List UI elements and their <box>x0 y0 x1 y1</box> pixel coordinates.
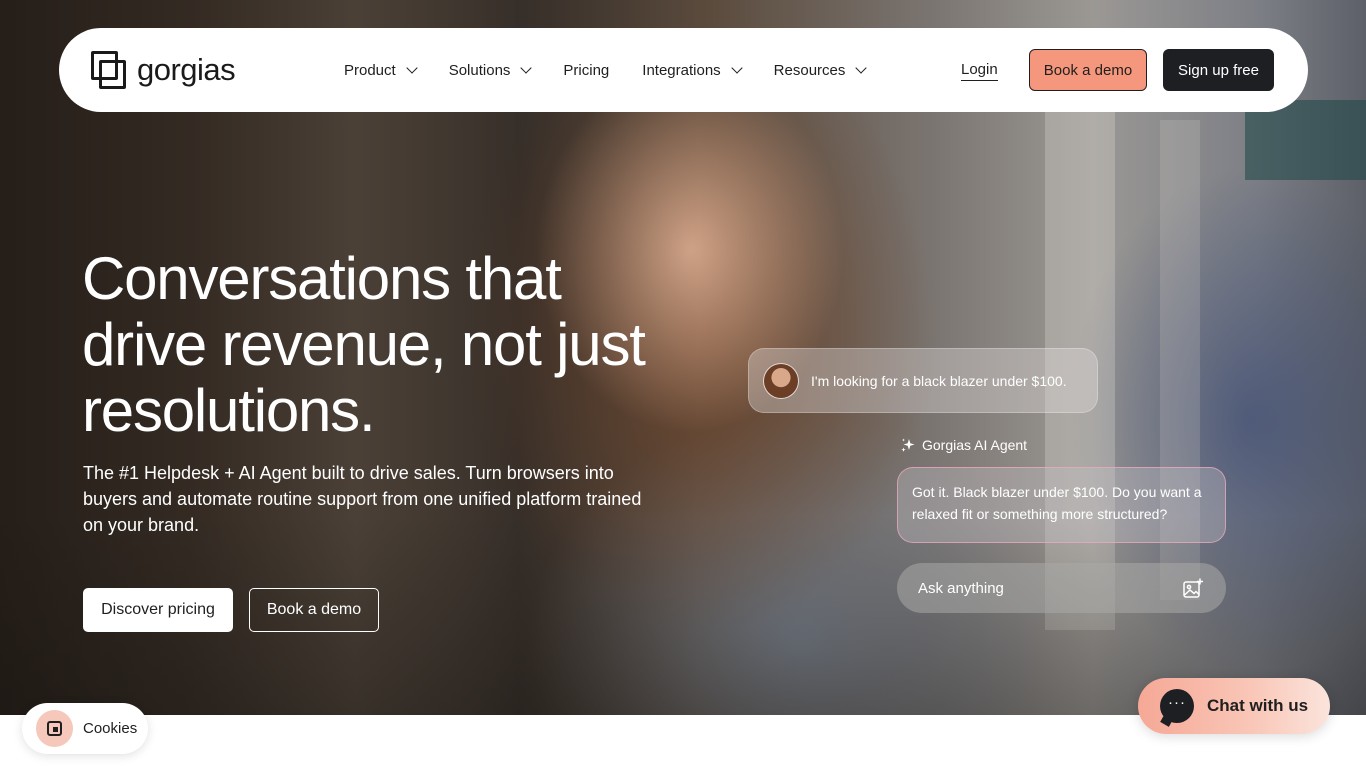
chat-bubble-icon: ··· <box>1160 689 1194 723</box>
user-message-bubble: I'm looking for a black blazer under $10… <box>748 348 1098 413</box>
agent-label: Gorgias AI Agent <box>900 437 1027 453</box>
user-message-text: I'm looking for a black blazer under $10… <box>811 372 1067 389</box>
cookies-button[interactable]: Cookies <box>22 703 148 754</box>
book-demo-button[interactable]: Book a demo <box>1029 49 1147 91</box>
login-link[interactable]: Login <box>961 61 998 81</box>
agent-message-bubble: Got it. Black blazer under $100. Do you … <box>897 467 1226 543</box>
hero-subheadline: The #1 Helpdesk + AI Agent built to driv… <box>83 463 642 535</box>
chat-launcher-button[interactable]: ··· Chat with us <box>1138 678 1330 734</box>
chevron-down-icon <box>520 61 533 74</box>
gorgias-logo[interactable]: gorgias <box>91 51 236 89</box>
hero-book-demo-button[interactable]: Book a demo <box>249 588 379 632</box>
nav-menu: Product Solutions Pricing Integrations R… <box>344 28 898 112</box>
gorgias-logo-icon <box>91 51 127 89</box>
ask-input-placeholder: Ask anything <box>918 579 1004 597</box>
agent-name: Gorgias AI Agent <box>922 437 1028 453</box>
cookies-label: Cookies <box>83 720 138 737</box>
nav-item-resources[interactable]: Resources <box>773 61 868 79</box>
nav-item-label: Integrations <box>642 61 721 79</box>
nav-item-label: Solutions <box>448 61 511 79</box>
discover-pricing-button[interactable]: Discover pricing <box>83 588 233 632</box>
chevron-down-icon <box>731 61 743 74</box>
logo-text: gorgias <box>137 52 236 87</box>
ask-input[interactable]: Ask anything <box>897 563 1226 613</box>
chevron-down-icon <box>855 61 868 74</box>
hero-headline: Conversations that drive revenue, not ju… <box>82 245 646 444</box>
nav-item-integrations[interactable]: Integrations <box>642 61 743 79</box>
nav-item-label: Pricing <box>563 61 610 79</box>
background-awning <box>1245 100 1366 180</box>
sign-up-button[interactable]: Sign up free <box>1163 49 1274 91</box>
chevron-down-icon <box>406 61 418 74</box>
cookie-icon-wrap <box>36 710 73 747</box>
chat-launcher-label: Chat with us <box>1207 696 1309 715</box>
top-navbar: gorgias Product Solutions Pricing Integr… <box>59 28 1308 112</box>
nav-item-pricing[interactable]: Pricing <box>563 62 609 79</box>
nav-item-product[interactable]: Product <box>344 61 418 79</box>
nav-item-solutions[interactable]: Solutions <box>448 61 533 79</box>
sparkle-icon <box>901 438 915 452</box>
nav-item-label: Product <box>344 61 396 79</box>
avatar <box>763 362 799 399</box>
nav-item-label: Resources <box>773 61 846 79</box>
cookie-icon <box>47 721 62 736</box>
add-image-icon[interactable] <box>1182 577 1204 599</box>
